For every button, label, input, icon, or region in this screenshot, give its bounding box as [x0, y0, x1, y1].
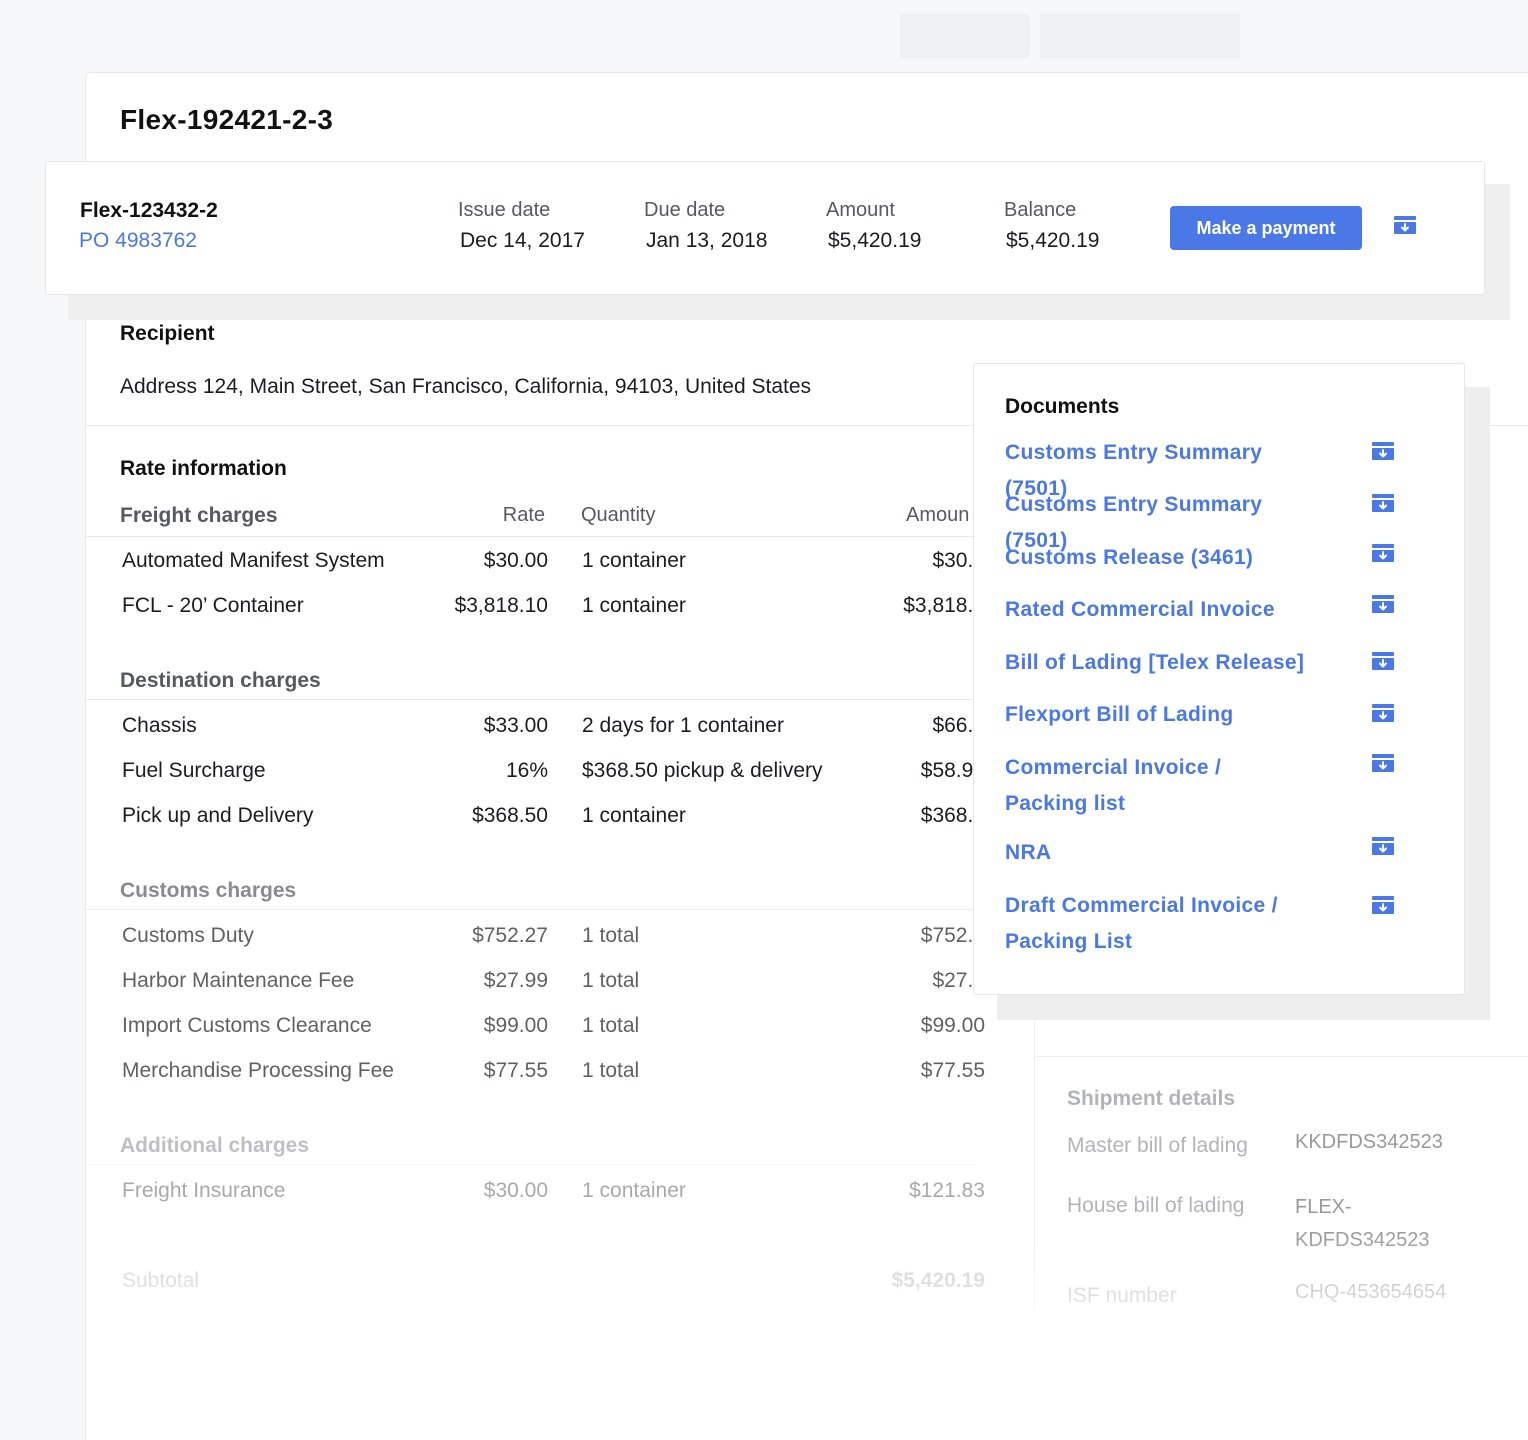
charge-quantity: 1 total [582, 1014, 640, 1037]
recipient-address: Address 124, Main Street, San Francisco,… [120, 375, 812, 398]
charge-quantity: 1 container [582, 594, 686, 617]
make-payment-button[interactable]: Make a payment [1170, 206, 1362, 250]
table-divider [86, 536, 976, 537]
amount-value: $5,420.19 [828, 229, 922, 252]
recipient-heading: Recipient [120, 322, 215, 345]
po-number-link[interactable]: PO 4983762 [79, 229, 197, 253]
shipment-divider [1034, 1020, 1035, 1310]
document-link[interactable]: NRA [1005, 835, 1325, 871]
charge-quantity: 1 container [582, 549, 686, 572]
table-divider [86, 699, 976, 700]
download-document-icon[interactable] [1372, 704, 1394, 722]
amount-label: Amount [826, 199, 895, 221]
shipment-field-value: FLEX-KDFDS342523 [1295, 1196, 1430, 1251]
table-divider [86, 1164, 976, 1165]
charge-quantity: 1 total [582, 969, 640, 992]
invoice-id: Flex-123432-2 [80, 199, 218, 222]
download-document-icon[interactable] [1372, 595, 1394, 613]
table-divider [86, 909, 976, 910]
freight-charges-heading: Freight charges [120, 504, 278, 527]
charge-name: Freight Insurance [122, 1179, 286, 1202]
charge-name: Automated Manifest System [122, 549, 385, 572]
shipment-divider [1034, 1056, 1528, 1057]
charge-rate: $30.00 [483, 1179, 548, 1202]
shipment-field-value: CHQ-453654654 [1295, 1281, 1447, 1303]
charge-quantity: 1 total [582, 924, 640, 947]
balance-value: $5,420.19 [1006, 229, 1100, 252]
charge-amount: $77.55 [920, 1059, 985, 1082]
issue-date-label: Issue date [458, 199, 551, 221]
background-placeholder-bar [1040, 14, 1240, 58]
download-document-icon[interactable] [1372, 837, 1394, 855]
customs-charges-heading: Customs charges [120, 879, 297, 902]
document-link[interactable]: Customs Release (3461) [1005, 540, 1325, 576]
charge-rate: $752.27 [472, 924, 548, 947]
charge-quantity: 2 days for 1 container [582, 714, 784, 737]
charge-rate: 16% [505, 759, 548, 782]
subtotal-label: Subtotal [122, 1269, 200, 1292]
balance-label: Balance [1004, 199, 1077, 221]
charge-amount: $99.00 [920, 1014, 985, 1037]
charge-quantity: 1 container [582, 804, 686, 827]
charge-rate: $368.50 [472, 804, 548, 827]
shipment-field-label: House bill of lading [1067, 1194, 1245, 1217]
charge-name: Customs Duty [122, 924, 254, 947]
charge-quantity: 1 container [582, 1179, 686, 1202]
charge-name: FCL - 20’ Container [122, 594, 304, 617]
document-link[interactable]: Commercial Invoice / Packing list [1005, 750, 1245, 822]
page-title: Flex-192421-2-3 [120, 104, 334, 135]
charge-quantity: 1 total [582, 1059, 640, 1082]
charge-rate: $30.00 [483, 549, 548, 572]
rate-column-header: Rate [502, 504, 545, 526]
shipment-field-label: Master bill of lading [1067, 1134, 1248, 1157]
document-link[interactable]: Rated Commercial Invoice [1005, 592, 1325, 628]
document-link[interactable]: Bill of Lading [Telex Release] [1005, 645, 1325, 681]
document-link[interactable]: Draft Commercial Invoice / Packing List [1005, 888, 1305, 960]
download-document-icon[interactable] [1372, 896, 1394, 914]
charge-name: Harbor Maintenance Fee [122, 969, 355, 992]
charge-name: Import Customs Clearance [122, 1014, 372, 1037]
document-link[interactable]: Flexport Bill of Lading [1005, 697, 1325, 733]
subtotal-value: $5,420.19 [891, 1269, 985, 1292]
additional-charges-heading: Additional charges [120, 1134, 310, 1157]
shipment-details-heading: Shipment details [1067, 1087, 1236, 1110]
background-placeholder-bar [900, 14, 1030, 58]
quantity-column-header: Quantity [581, 504, 656, 526]
charge-rate: $27.99 [483, 969, 548, 992]
charge-rate: $33.00 [483, 714, 548, 737]
charge-name: Chassis [122, 714, 197, 737]
charge-name: Pick up and Delivery [122, 804, 314, 827]
charge-rate: $77.55 [483, 1059, 548, 1082]
due-date-value: Jan 13, 2018 [646, 229, 768, 252]
destination-charges-heading: Destination charges [120, 669, 321, 692]
download-invoice-icon[interactable] [1394, 216, 1416, 234]
due-date-label: Due date [644, 199, 726, 221]
charge-rate: $3,818.10 [454, 594, 548, 617]
documents-heading: Documents [1005, 395, 1120, 418]
download-document-icon[interactable] [1372, 544, 1394, 562]
shipment-field-value: KKDFDS342523 [1295, 1131, 1443, 1153]
download-document-icon[interactable] [1372, 754, 1394, 772]
charge-quantity: $368.50 pickup & delivery [582, 759, 823, 782]
charge-name: Fuel Surcharge [122, 759, 266, 782]
rate-information-heading: Rate information [120, 457, 287, 480]
download-document-icon[interactable] [1372, 442, 1394, 460]
issue-date-value: Dec 14, 2017 [460, 229, 585, 252]
amount-column-header: Amoun [906, 504, 970, 526]
shipment-field-label: ISF number [1067, 1284, 1177, 1307]
charge-rate: $99.00 [483, 1014, 548, 1037]
download-document-icon[interactable] [1372, 652, 1394, 670]
charge-name: Merchandise Processing Fee [122, 1059, 394, 1082]
charge-amount: $121.83 [909, 1179, 985, 1202]
download-document-icon[interactable] [1372, 494, 1394, 512]
